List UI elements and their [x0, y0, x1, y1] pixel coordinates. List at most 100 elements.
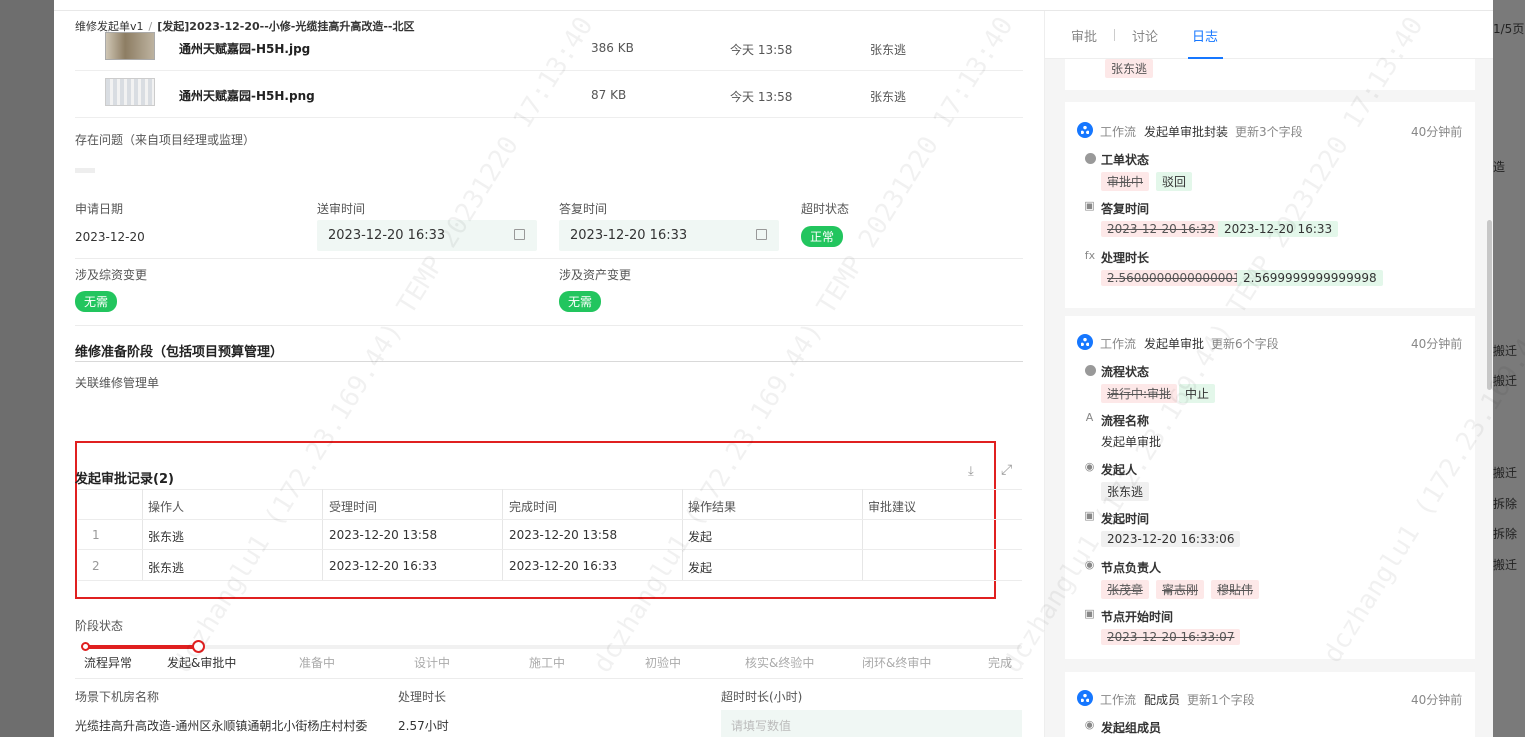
overtime-hours-label: 超时时长(小时) — [721, 690, 803, 704]
stage-step[interactable]: 准备中 — [299, 654, 335, 671]
overtime-status-field: 正常 — [801, 226, 844, 247]
log-field-name: 节点开始时间 — [1101, 610, 1174, 624]
col-header-finish-time[interactable]: 完成时间 — [509, 498, 557, 515]
attachment-name[interactable]: 通州天赋嘉园-H5H.jpg — [179, 40, 310, 57]
new-value-tag: 中止 — [1179, 384, 1216, 403]
send-time-picker[interactable]: 2023-12-20 16:33 — [317, 220, 537, 251]
stage-current-node[interactable] — [192, 640, 205, 653]
table-col-divider — [142, 489, 143, 581]
stage-step[interactable]: 初验中 — [645, 654, 681, 671]
log-field-count: 更新1个字段 — [1187, 693, 1255, 707]
workflow-icon — [1077, 334, 1093, 350]
resource-change-field: 无需 — [75, 291, 118, 312]
calendar-icon — [514, 229, 525, 240]
table-col-divider — [502, 489, 503, 581]
col-header-operator[interactable]: 操作人 — [148, 498, 184, 515]
image-thumbnail[interactable] — [105, 32, 155, 60]
divider — [75, 678, 1023, 679]
attachment-uploader: 张东逃 — [870, 90, 907, 104]
col-header-advice[interactable]: 审批建议 — [868, 498, 916, 515]
overtime-status-label: 超时状态 — [801, 202, 850, 216]
bg-text: 搬迁 — [1493, 344, 1518, 358]
attachment-name[interactable]: 通州天赋嘉园-H5H.png — [179, 87, 315, 104]
table-row-divider — [78, 549, 1022, 550]
resource-change-badge: 无需 — [75, 291, 118, 312]
stage-status-label: 阶段状态 — [75, 619, 124, 633]
issues-empty-value — [75, 168, 95, 173]
bg-text: 搬迁 — [1493, 466, 1518, 480]
overtime-status-badge: 正常 — [801, 226, 844, 247]
duration-label: 处理时长 — [398, 690, 447, 704]
issues-label: 存在问题（来自项目经理或监理） — [75, 133, 256, 147]
log-field-name: 发起时间 — [1101, 512, 1150, 526]
room-name-value: 光缆挂高升高改造-通州区永顺镇通朝北小街杨庄村村委 — [75, 719, 368, 733]
old-value-tag: 进行中:审批 — [1101, 384, 1178, 403]
old-value-tag: 张茂章 — [1101, 580, 1150, 599]
col-header-accept-time[interactable]: 受理时间 — [329, 498, 377, 515]
attachment-time: 今天 13:58 — [730, 90, 793, 104]
workflow-icon — [1077, 122, 1093, 138]
col-header-result[interactable]: 操作结果 — [688, 498, 736, 515]
apply-date-label: 申请日期 — [75, 202, 124, 216]
main-panel: 维修发起单v1/[发起]2023-12-20--小修-光缆挂高升高改造--北区 … — [54, 11, 1044, 737]
status-field-icon — [1085, 365, 1096, 376]
table-header-top — [78, 489, 1022, 490]
overtime-hours-input[interactable]: 请填写数值 — [721, 710, 1022, 737]
tab-approval[interactable]: 审批 — [1071, 26, 1097, 45]
bg-text: 搬迁 — [1493, 558, 1518, 572]
old-value-tag: 审批中 — [1101, 172, 1150, 191]
log-card: 工作流 发起单审批封装 更新3个字段 40分钟前 工单状态 审批中 驳回 ▣ 答… — [1065, 102, 1475, 308]
background-list: 1/5页 造 搬迁 搬迁 搬迁 拆除 拆除 搬迁 — [1493, 0, 1525, 737]
image-thumbnail[interactable] — [105, 78, 155, 106]
stage-step[interactable]: 闭环&终审中 — [862, 654, 931, 671]
log-type: 工作流 — [1100, 125, 1137, 139]
stage-step[interactable]: 发起&审批中 — [167, 654, 236, 671]
calendar-icon: ▣ — [1084, 607, 1095, 620]
log-field-name: 发起人 — [1101, 463, 1138, 477]
calendar-icon — [756, 229, 767, 240]
sidebar-tabs: 审批 讨论 日志 — [1045, 11, 1493, 59]
user-icon: ◉ — [1084, 460, 1095, 473]
stage-node[interactable] — [81, 642, 90, 651]
log-workflow-name[interactable]: 发起单审批封装 — [1144, 123, 1228, 140]
log-workflow-name[interactable]: 发起单审批 — [1144, 335, 1204, 352]
formula-icon: fx — [1084, 249, 1096, 262]
tab-log[interactable]: 日志 — [1192, 26, 1218, 45]
log-time: 40分钟前 — [1411, 337, 1463, 351]
stage-step[interactable]: 完成 — [988, 654, 1012, 671]
reply-time-picker[interactable]: 2023-12-20 16:33 — [559, 220, 779, 251]
bg-text: 搬迁 — [1493, 374, 1518, 388]
log-type: 工作流 — [1100, 337, 1137, 351]
attachment-time: 今天 13:58 — [730, 43, 793, 57]
old-value-tag: 甯志刚 — [1156, 580, 1205, 599]
bg-text: 拆除 — [1493, 497, 1518, 511]
stage-step[interactable]: 流程异常 — [84, 654, 132, 671]
row-accept-time: 2023-12-20 16:33 — [329, 559, 438, 573]
divider — [75, 258, 1023, 259]
sidebar-scrollbar[interactable] — [1487, 220, 1492, 390]
attachment-row[interactable]: 通州天赋嘉园-H5H.jpg 386 KB 今天 13:58 张东逃 — [75, 24, 1023, 71]
approval-record-highlight — [75, 441, 996, 599]
log-workflow-name[interactable]: 配成员 — [1144, 691, 1180, 708]
stage-step[interactable]: 施工中 — [529, 654, 565, 671]
stage-progress-fill — [84, 645, 197, 649]
log-field-name: 处理时长 — [1101, 251, 1150, 265]
row-result: 发起 — [688, 530, 713, 544]
asset-change-label: 涉及资产变更 — [559, 268, 632, 282]
attachment-uploader: 张东逃 — [870, 43, 907, 57]
log-user-tag: 张东逃 — [1105, 59, 1154, 78]
reply-time-label: 答复时间 — [559, 202, 608, 216]
fullscreen-icon[interactable]: ⤢ — [1001, 462, 1012, 478]
tab-separator — [1114, 29, 1115, 41]
log-time: 40分钟前 — [1411, 125, 1463, 139]
user-icon: ◉ — [1084, 558, 1095, 571]
stage-step[interactable]: 设计中 — [414, 654, 450, 671]
download-icon[interactable]: ⤓ — [968, 464, 974, 479]
attachment-row[interactable]: 通州天赋嘉园-H5H.png 87 KB 今天 13:58 张东逃 — [75, 71, 1023, 118]
tab-discussion[interactable]: 讨论 — [1132, 26, 1158, 45]
section-divider — [75, 361, 1023, 362]
stage-step[interactable]: 核实&终验中 — [745, 654, 814, 671]
table-row-divider — [78, 580, 1022, 581]
log-plain-value: 发起单审批 — [1101, 435, 1162, 449]
log-card: 工作流 配成员 更新1个字段 40分钟前 ◉ 发起组成员 — [1065, 672, 1475, 737]
